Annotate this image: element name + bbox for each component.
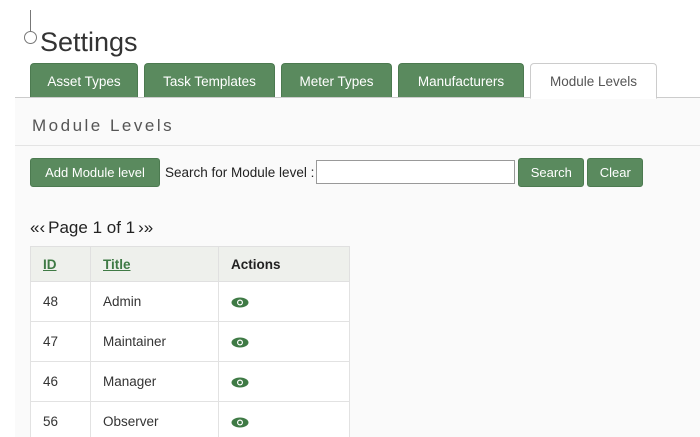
tab-meter-types[interactable]: Meter Types bbox=[281, 63, 392, 98]
row-id: 56 bbox=[30, 401, 91, 437]
eye-icon[interactable] bbox=[231, 417, 249, 428]
row-actions bbox=[218, 281, 350, 322]
table-header-row: ID Title Actions bbox=[30, 246, 350, 282]
row-id: 47 bbox=[30, 321, 91, 362]
timeline-line bbox=[30, 10, 31, 32]
search-input[interactable] bbox=[316, 160, 516, 184]
sort-title-link[interactable]: Title bbox=[103, 257, 131, 272]
pagination: « ‹ Page 1 of 1 › » bbox=[30, 218, 153, 238]
row-actions bbox=[218, 321, 350, 362]
table-row: 47 Maintainer bbox=[30, 321, 350, 362]
prev-page-icon[interactable]: ‹ bbox=[39, 218, 45, 238]
module-levels-table: ID Title Actions 48 Admin 47 Maintainer … bbox=[30, 246, 350, 437]
row-title: Maintainer bbox=[90, 321, 219, 362]
column-header-title[interactable]: Title bbox=[90, 246, 219, 282]
row-actions bbox=[218, 401, 350, 437]
sort-id-link[interactable]: ID bbox=[43, 257, 57, 272]
table-row: 48 Admin bbox=[30, 281, 350, 322]
table-row: 46 Manager bbox=[30, 361, 350, 402]
tab-manufacturers[interactable]: Manufacturers bbox=[398, 63, 524, 98]
first-page-icon[interactable]: « bbox=[30, 218, 39, 238]
row-id: 48 bbox=[30, 281, 91, 322]
eye-icon[interactable] bbox=[231, 297, 249, 308]
search-button[interactable]: Search bbox=[518, 157, 585, 187]
timeline-dot-icon bbox=[24, 31, 37, 44]
tab-module-levels[interactable]: Module Levels bbox=[530, 63, 657, 99]
page-indicator: Page 1 of 1 bbox=[48, 218, 136, 237]
column-header-id[interactable]: ID bbox=[30, 246, 91, 282]
tab-asset-types[interactable]: Asset Types bbox=[30, 63, 138, 98]
section-title: Module Levels bbox=[32, 116, 175, 135]
page-title: Settings bbox=[40, 27, 138, 57]
column-header-actions: Actions bbox=[218, 246, 350, 282]
search-label: Search for Module level : bbox=[165, 164, 315, 180]
clear-button[interactable]: Clear bbox=[587, 157, 644, 187]
toolbar: Add Module level Search for Module level… bbox=[30, 157, 644, 187]
row-actions bbox=[218, 361, 350, 402]
row-id: 46 bbox=[30, 361, 91, 402]
eye-icon[interactable] bbox=[231, 377, 249, 388]
row-title: Admin bbox=[90, 281, 219, 322]
table-row: 56 Observer bbox=[30, 401, 350, 437]
row-title: Observer bbox=[90, 401, 219, 437]
eye-icon[interactable] bbox=[231, 337, 249, 348]
row-title: Manager bbox=[90, 361, 219, 402]
settings-tabs: Asset Types Task Templates Meter Types M… bbox=[30, 63, 663, 99]
section-divider bbox=[15, 145, 700, 146]
tab-task-templates[interactable]: Task Templates bbox=[144, 63, 275, 98]
add-module-level-button[interactable]: Add Module level bbox=[30, 157, 160, 187]
last-page-icon[interactable]: » bbox=[144, 218, 153, 238]
